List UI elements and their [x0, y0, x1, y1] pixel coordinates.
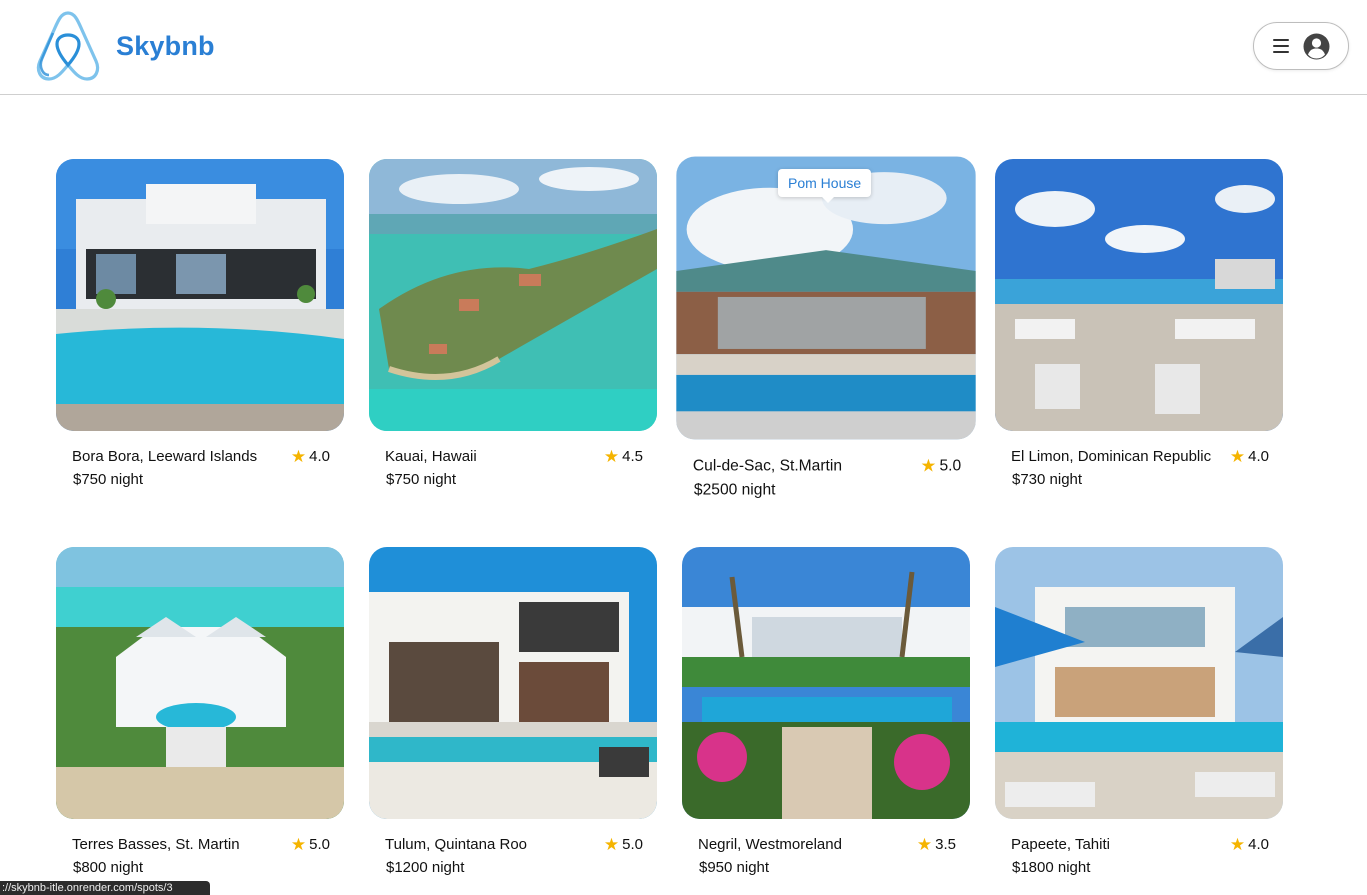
star-icon: ★ [290, 447, 307, 466]
listing-price: $800 night [73, 859, 144, 876]
listing-card[interactable]: El Limon, Dominican Republic ★ 4.0 $730 n… [995, 159, 1283, 499]
rating-value: 5.0 [622, 836, 643, 853]
listing-location: Kauai, Hawaii [385, 448, 477, 465]
skybnb-logo-icon [36, 11, 100, 81]
rating-value: 3.5 [935, 836, 956, 853]
listing-card[interactable]: Cul-de-Sac, St.Martin ★ 5.0 $2500 night [676, 156, 976, 511]
listing-photo[interactable] [369, 159, 657, 431]
listing-photo[interactable] [995, 547, 1283, 819]
listing-card[interactable]: Papeete, Tahiti ★ 4.0 $1800 night [995, 547, 1283, 887]
listing-location: Bora Bora, Leeward Islands [72, 448, 258, 465]
listing-card[interactable]: Terres Basses, St. Martin ★ 5.0 $800 nigh… [56, 547, 344, 887]
listing-rating: ★ 4.0 [1230, 448, 1269, 465]
star-icon: ★ [920, 456, 937, 476]
listing-rating: ★ 5.0 [291, 836, 330, 853]
listing-name-tooltip: Pom House [778, 169, 872, 203]
star-icon: ★ [1229, 835, 1246, 854]
listing-rating: ★ 5.0 [604, 836, 643, 853]
top-header: Skybnb [0, 0, 1367, 95]
listing-rating: ★ 4.5 [604, 448, 643, 465]
star-icon: ★ [916, 835, 933, 854]
rating-value: 4.0 [1248, 448, 1269, 465]
listing-rating: ★ 3.5 [917, 836, 956, 853]
listing-photo[interactable] [682, 547, 970, 819]
user-avatar-icon [1303, 33, 1330, 60]
listing-price: $1200 night [386, 859, 465, 876]
star-icon: ★ [603, 447, 620, 466]
listing-price: $2500 night [693, 481, 776, 499]
listing-location: Cul-de-Sac, St.Martin [692, 457, 843, 475]
listing-price: $1800 night [1012, 859, 1091, 876]
rating-value: 4.0 [309, 448, 330, 465]
hamburger-menu-icon [1272, 39, 1289, 53]
listing-location: El Limon, Dominican Republic [1011, 448, 1212, 465]
listing-price: $750 night [73, 471, 144, 488]
rating-value: 5.0 [939, 457, 962, 475]
star-icon: ★ [603, 835, 620, 854]
status-bar-url: ://skybnb-itle.onrender.com/spots/3 [0, 881, 210, 895]
listing-rating: ★ 4.0 [1230, 836, 1269, 853]
listing-rating: ★ 4.0 [291, 448, 330, 465]
listing-card[interactable]: Kauai, Hawaii ★ 4.5 $750 night [369, 159, 657, 499]
star-icon: ★ [1229, 447, 1246, 466]
listing-rating: ★ 5.0 [921, 457, 962, 475]
listing-photo[interactable] [995, 159, 1283, 431]
brand-name: Skybnb [116, 30, 215, 61]
star-icon: ★ [290, 835, 307, 854]
listing-photo[interactable] [56, 159, 344, 431]
listing-location: Tulum, Quintana Roo [385, 836, 528, 853]
listing-card[interactable]: Tulum, Quintana Roo ★ 5.0 $1200 night [369, 547, 657, 887]
listing-card[interactable]: Bora Bora, Leeward Islands ★ 4.0 $750 nig… [56, 159, 344, 499]
brand-home-link[interactable]: Skybnb [33, 9, 215, 83]
listing-photo[interactable] [369, 547, 657, 819]
profile-menu-button[interactable] [1253, 22, 1349, 70]
listing-price: $730 night [1012, 471, 1083, 488]
rating-value: 5.0 [309, 836, 330, 853]
listing-photo[interactable] [56, 547, 344, 819]
listing-price: $950 night [699, 859, 770, 876]
listing-card[interactable]: Negril, Westmoreland ★ 3.5 $950 night [682, 547, 970, 887]
listing-price: $750 night [386, 471, 457, 488]
listing-location: Papeete, Tahiti [1011, 836, 1110, 853]
rating-value: 4.0 [1248, 836, 1269, 853]
listing-location: Terres Basses, St. Martin [72, 836, 240, 853]
rating-value: 4.5 [622, 448, 643, 465]
listing-location: Negril, Westmoreland [698, 836, 842, 853]
